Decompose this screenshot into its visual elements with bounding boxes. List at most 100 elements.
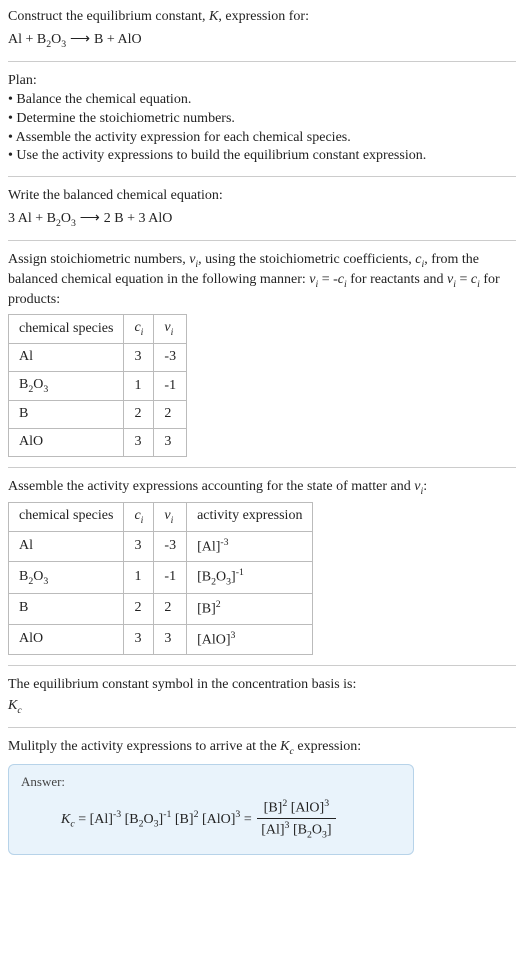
th-activity: activity expression bbox=[187, 502, 313, 531]
cell-species: B2O3 bbox=[9, 562, 124, 594]
divider bbox=[8, 240, 516, 241]
multiply-text-1: Mulitply the activity expressions to arr… bbox=[8, 739, 280, 754]
intro-line1: Construct the equilibrium constant, K, e… bbox=[8, 8, 516, 27]
table-row: Al 3 -3 [Al]-3 bbox=[9, 531, 313, 562]
intro-block: Construct the equilibrium constant, K, e… bbox=[8, 8, 516, 51]
table-row: B2O3 1 -1 [B2O3]-1 bbox=[9, 562, 313, 594]
ae: [Al] bbox=[197, 540, 220, 555]
sym-i: i bbox=[141, 515, 144, 526]
eq-mid: O bbox=[51, 32, 61, 47]
th-species: chemical species bbox=[9, 502, 124, 531]
balanced-equation: 3 Al + B2O3 ⟶ 2 B + 3 AlO bbox=[8, 208, 516, 230]
answer-expression: Kc = [Al]-3 [B2O3]-1 [B]2 [AlO]3 = [B]2 … bbox=[21, 797, 401, 842]
ans-eq: = bbox=[75, 812, 90, 827]
cell-nu: -3 bbox=[154, 531, 187, 562]
divider bbox=[8, 176, 516, 177]
assign-text-4: for reactants and bbox=[347, 272, 447, 287]
cell-nu: 3 bbox=[154, 429, 187, 457]
sp-sub: 3 bbox=[43, 384, 48, 395]
eq-rhs: B + AlO bbox=[94, 32, 142, 47]
balanced-label: Write the balanced chemical equation: bbox=[8, 187, 516, 206]
ae-sup: 3 bbox=[231, 630, 236, 641]
cell-c: 1 bbox=[124, 562, 154, 594]
cell-species: B bbox=[9, 401, 124, 429]
plan-item-3: • Assemble the activity expression for e… bbox=[8, 129, 516, 148]
th-c: ci bbox=[124, 502, 154, 531]
assemble-text-2: : bbox=[423, 479, 427, 494]
d: ] bbox=[327, 823, 332, 838]
rel1-eq: = - bbox=[318, 272, 338, 287]
cell-nu: -1 bbox=[154, 562, 187, 594]
divider bbox=[8, 727, 516, 728]
plan-title: Plan: bbox=[8, 72, 516, 91]
plan-item-4: • Use the activity expressions to build … bbox=[8, 147, 516, 166]
intro-K: K bbox=[209, 9, 218, 24]
bal-rhs: 2 B + 3 AlO bbox=[104, 211, 173, 226]
ae-sup: -1 bbox=[236, 567, 244, 578]
ans-t4: [AlO] bbox=[198, 812, 235, 827]
ans-fraction: [B]2 [AlO]3 [Al]3 [B2O3] bbox=[257, 797, 335, 842]
activity-table: chemical species ci νi activity expressi… bbox=[8, 502, 313, 655]
kc-c: c bbox=[17, 705, 21, 716]
ans-t2b: O bbox=[144, 812, 154, 827]
multiply-K: K bbox=[280, 739, 289, 754]
multiply-text-2: expression: bbox=[294, 739, 361, 754]
sp: O bbox=[33, 569, 43, 584]
sp: AlO bbox=[19, 631, 43, 646]
plan-item-2: • Determine the stoichiometric numbers. bbox=[8, 110, 516, 129]
cell-nu: -1 bbox=[154, 372, 187, 401]
cell-species: Al bbox=[9, 531, 124, 562]
stoich-table: chemical species ci νi Al 3 -3 B2O3 1 -1… bbox=[8, 314, 187, 457]
cell-species: Al bbox=[9, 344, 124, 372]
cell-c: 3 bbox=[124, 429, 154, 457]
sp: B bbox=[19, 406, 28, 421]
divider bbox=[8, 61, 516, 62]
ans-t2: [B bbox=[121, 812, 139, 827]
cell-species: B2O3 bbox=[9, 372, 124, 401]
rel2-eq: = bbox=[456, 272, 471, 287]
multiply-block: Mulitply the activity expressions to arr… bbox=[8, 738, 516, 758]
eq-arrow: ⟶ bbox=[66, 30, 94, 46]
th-c: ci bbox=[124, 315, 154, 344]
cell-species: AlO bbox=[9, 624, 124, 655]
cell-nu: 2 bbox=[154, 594, 187, 625]
th-nu-i: i bbox=[171, 327, 174, 338]
ae: [AlO] bbox=[197, 632, 230, 647]
bal-mid1: O bbox=[61, 211, 71, 226]
cell-activity: [AlO]3 bbox=[187, 624, 313, 655]
sp: Al bbox=[19, 538, 33, 553]
sp: B bbox=[19, 569, 28, 584]
th-nu: νi bbox=[154, 315, 187, 344]
symbol-kc: Kc bbox=[8, 697, 516, 717]
plan-block: Plan: • Balance the chemical equation. •… bbox=[8, 72, 516, 166]
assign-block: Assign stoichiometric numbers, νi, using… bbox=[8, 251, 516, 310]
cell-nu: 3 bbox=[154, 624, 187, 655]
divider bbox=[8, 665, 516, 666]
cell-nu: 2 bbox=[154, 401, 187, 429]
th-c-i: i bbox=[141, 327, 144, 338]
ae: [B] bbox=[197, 602, 216, 617]
assemble-block: Assemble the activity expressions accoun… bbox=[8, 478, 516, 498]
answer-label: Answer: bbox=[21, 773, 401, 791]
sp: B bbox=[19, 377, 28, 392]
d: O bbox=[312, 823, 322, 838]
intro-text-2: , expression for: bbox=[218, 9, 309, 24]
table-row: chemical species ci νi bbox=[9, 315, 187, 344]
eq-lhs: Al + B bbox=[8, 32, 46, 47]
ans-e1: -3 bbox=[113, 809, 121, 820]
sym-i: i bbox=[171, 515, 174, 526]
ae-sup: -3 bbox=[220, 537, 228, 548]
sp: B bbox=[19, 600, 28, 615]
ans-t3: [B] bbox=[171, 812, 193, 827]
symbol-text: The equilibrium constant symbol in the c… bbox=[8, 676, 516, 695]
assign-text-1: Assign stoichiometric numbers, bbox=[8, 252, 189, 267]
cell-c: 1 bbox=[124, 372, 154, 401]
cell-species: AlO bbox=[9, 429, 124, 457]
intro-text-1: Construct the equilibrium constant, bbox=[8, 9, 209, 24]
sp: O bbox=[33, 377, 43, 392]
divider bbox=[8, 467, 516, 468]
sp: Al bbox=[19, 349, 33, 364]
ans-numerator: [B]2 [AlO]3 bbox=[257, 797, 335, 820]
n-sup: 3 bbox=[324, 798, 329, 809]
table-row: chemical species ci νi activity expressi… bbox=[9, 502, 313, 531]
